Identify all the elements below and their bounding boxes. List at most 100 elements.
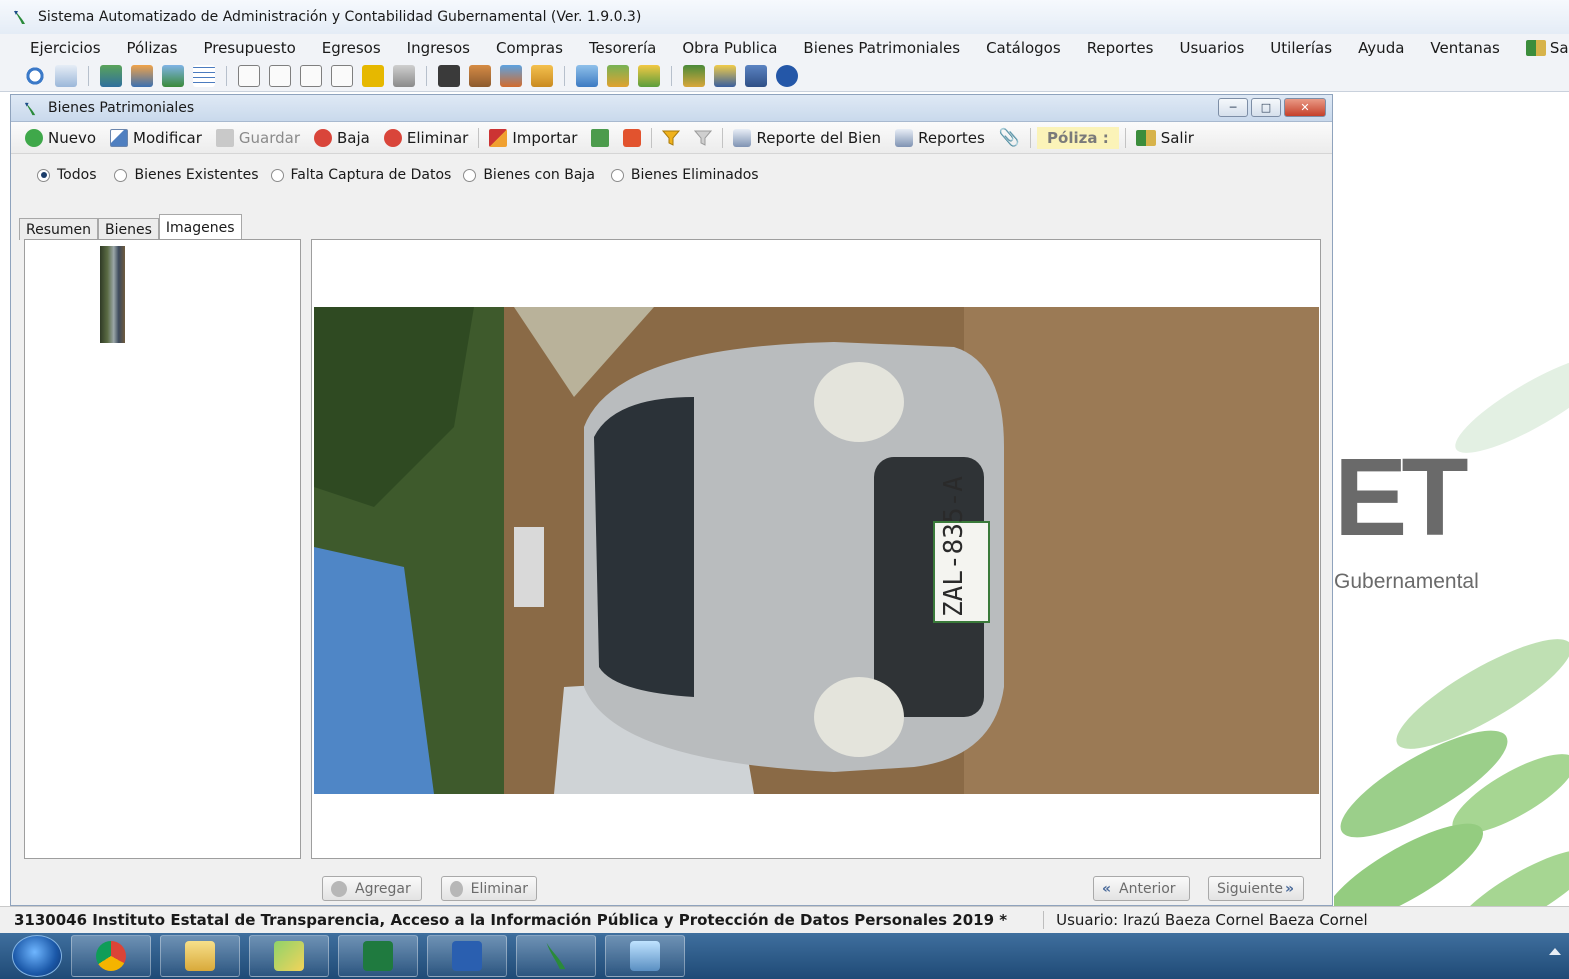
tab-bienes[interactable]: Bienes [98, 218, 159, 240]
package-icon[interactable] [531, 65, 553, 87]
radio-todos[interactable]: Todos [37, 167, 96, 183]
menu-ventanas[interactable]: Ventanas [1417, 39, 1512, 57]
menu-usuarios[interactable]: Usuarios [1166, 39, 1257, 57]
tab-imagenes[interactable]: Imagenes [158, 214, 242, 240]
menu-obra-publica[interactable]: Obra Publica [669, 39, 790, 57]
edit-icon [110, 128, 129, 147]
report-c-icon[interactable] [238, 65, 260, 87]
radio-falta-captura[interactable]: Falta Captura de Datos [270, 167, 451, 183]
modificar-button[interactable]: Modificar [106, 128, 206, 147]
toolbar-separator [671, 66, 672, 86]
toolbar-separator [1124, 127, 1126, 148]
document-icon[interactable] [55, 65, 77, 87]
tree-icon[interactable] [683, 65, 705, 87]
taskbar-file-explorer[interactable] [160, 935, 240, 977]
vehicle-photo: ZAL-835-A [314, 307, 1319, 794]
radio-dot [610, 168, 624, 182]
double-right-arrow-icon: » [1285, 880, 1295, 897]
radio-bienes-existentes[interactable]: Bienes Existentes [114, 167, 259, 183]
upload-icon[interactable] [500, 65, 522, 87]
menu-presupuesto[interactable]: Presupuesto [190, 39, 308, 57]
windows-start-button[interactable] [12, 935, 62, 977]
menu-salir[interactable]: Sal [1513, 39, 1569, 57]
salir-label: Salir [1160, 128, 1194, 147]
taskbar-saacg[interactable] [516, 935, 596, 977]
refresh-icon[interactable] [24, 65, 46, 87]
reporte-bien-button[interactable]: Reporte del Bien [729, 128, 885, 147]
attach-button[interactable]: 📎 [995, 128, 1024, 148]
menu-utilerias[interactable]: Utilerías [1257, 39, 1345, 57]
siguiente-label: Siguiente [1217, 880, 1284, 897]
filter-button[interactable] [658, 129, 684, 147]
close-button[interactable]: ✕ [1284, 98, 1326, 117]
eliminar-imagen-button[interactable]: Eliminar [441, 876, 537, 901]
delete-icon [383, 128, 402, 147]
taskbar-photos[interactable] [605, 935, 685, 977]
database-icon[interactable] [100, 65, 122, 87]
nuevo-button[interactable]: Nuevo [21, 128, 100, 147]
help-icon[interactable] [776, 65, 798, 87]
inner-title-bar: Bienes Patrimoniales ─ □ ✕ [11, 95, 1332, 122]
minimize-button[interactable]: ─ [1218, 98, 1248, 117]
edit-icon[interactable] [469, 65, 491, 87]
cancel-button[interactable] [619, 128, 645, 147]
clipboard-icon[interactable] [438, 65, 460, 87]
pdf-icon[interactable] [362, 65, 384, 87]
tools-icon[interactable] [607, 65, 629, 87]
report-e-icon[interactable] [300, 65, 322, 87]
menu-reportes[interactable]: Reportes [1074, 39, 1167, 57]
taskbar-chrome[interactable] [71, 935, 151, 977]
printer-icon[interactable] [393, 65, 415, 87]
tab-resumen[interactable]: Resumen [19, 218, 99, 240]
baja-button[interactable]: Baja [310, 128, 374, 147]
brand-letters: ET [1334, 436, 1469, 559]
menu-bienes-patrimoniales[interactable]: Bienes Patrimoniales [790, 39, 973, 57]
report-d-icon[interactable] [269, 65, 291, 87]
form-icon[interactable] [162, 65, 184, 87]
filter-icon [662, 130, 681, 146]
toolbar-separator [651, 127, 653, 148]
menu-catalogos[interactable]: Catálogos [973, 39, 1074, 57]
guardar-button[interactable]: Guardar [212, 128, 304, 147]
tray-expand-icon[interactable] [1549, 948, 1561, 955]
save-db-icon[interactable] [745, 65, 767, 87]
radio-bienes-eliminados[interactable]: Bienes Eliminados [610, 167, 759, 183]
eliminar-button[interactable]: Eliminar [380, 128, 472, 147]
menu-ejercicios[interactable]: Ejercicios [18, 39, 114, 57]
transfer-icon[interactable] [131, 65, 153, 87]
report-p-icon[interactable] [331, 65, 353, 87]
map-icon[interactable] [638, 65, 660, 87]
menu-salir-label: Sal [1549, 38, 1569, 57]
export-excel-button[interactable] [587, 128, 613, 147]
siguiente-button[interactable]: Siguiente» [1208, 876, 1304, 901]
menu-egresos[interactable]: Egresos [309, 39, 394, 57]
menu-tesoreria[interactable]: Tesorería [576, 39, 669, 57]
image-thumbnail[interactable] [100, 246, 125, 343]
filter-radios: Todos Bienes Existentes Falta Captura de… [11, 154, 1332, 196]
anterior-button[interactable]: « Anterior [1093, 876, 1190, 901]
table-icon[interactable] [193, 65, 215, 87]
reportes-button[interactable]: Reportes [891, 128, 989, 147]
salir-button[interactable]: Salir [1132, 129, 1198, 147]
print-icon [895, 128, 914, 147]
clear-filter-button[interactable] [690, 129, 716, 147]
chrome-icon [96, 941, 126, 971]
importar-button[interactable]: Importar [485, 128, 581, 147]
menu-compras[interactable]: Compras [483, 39, 576, 57]
menu-polizas[interactable]: Pólizas [114, 39, 191, 57]
tab-strip: Resumen Bienes Imagenes [19, 214, 242, 240]
menu-ayuda[interactable]: Ayuda [1345, 39, 1417, 57]
taskbar-excel[interactable] [338, 935, 418, 977]
main-toolbar [0, 61, 1569, 92]
save-icon [215, 128, 234, 147]
radio-bienes-con-baja[interactable]: Bienes con Baja [463, 167, 595, 183]
double-left-arrow-icon: « [1102, 880, 1112, 897]
menu-ingresos[interactable]: Ingresos [394, 39, 483, 57]
maximize-button[interactable]: □ [1251, 98, 1281, 117]
taskbar-folder[interactable] [249, 935, 329, 977]
agregar-button[interactable]: Agregar [322, 876, 422, 901]
taskbar-word[interactable] [427, 935, 507, 977]
user-key-icon[interactable] [714, 65, 736, 87]
radio-baja-label: Bienes con Baja [483, 167, 595, 183]
calculator-icon[interactable] [576, 65, 598, 87]
